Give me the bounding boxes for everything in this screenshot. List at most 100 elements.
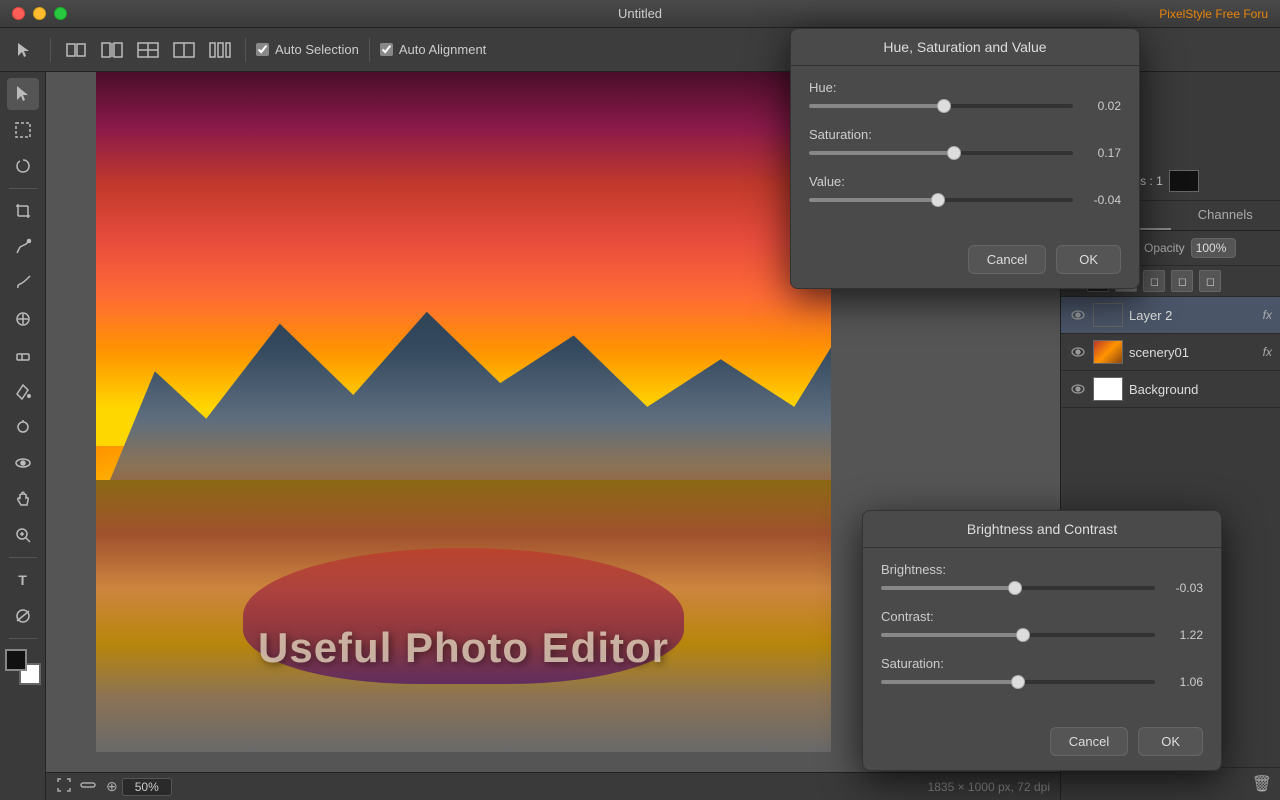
bc-saturation-slider-track[interactable] xyxy=(881,680,1155,684)
text-tool[interactable]: T xyxy=(7,564,39,596)
saturation-value: 0.17 xyxy=(1081,146,1121,160)
split-view-icon[interactable] xyxy=(97,35,127,65)
auto-alignment-checkbox[interactable] xyxy=(380,43,393,56)
hsv-ok-button[interactable]: OK xyxy=(1056,245,1121,274)
minimize-button[interactable] xyxy=(33,7,46,20)
pointer-tool[interactable] xyxy=(7,78,39,110)
saturation-label: Saturation: xyxy=(809,127,1121,142)
fit-icon[interactable] xyxy=(56,777,72,796)
bc-ok-button[interactable]: OK xyxy=(1138,727,1203,756)
saturation-slider-thumb[interactable] xyxy=(947,146,961,160)
brightness-slider-row: -0.03 xyxy=(881,581,1203,595)
bc-saturation-slider-thumb[interactable] xyxy=(1011,675,1025,689)
bc-dialog[interactable]: Brightness and Contrast Brightness: -0.0… xyxy=(862,510,1222,771)
hue-slider-fill xyxy=(809,104,944,108)
effect-btn-gray4[interactable]: ◻ xyxy=(1199,270,1221,292)
background-thumbnail xyxy=(1093,377,1123,401)
dodge-tool[interactable] xyxy=(7,411,39,443)
hsv-dialog[interactable]: Hue, Saturation and Value Hue: 0.02 Satu… xyxy=(790,28,1140,289)
value-value: -0.04 xyxy=(1081,193,1121,207)
foreground-color[interactable] xyxy=(5,649,27,671)
brightness-slider-track[interactable] xyxy=(881,586,1155,590)
bc-cancel-button[interactable]: Cancel xyxy=(1050,727,1128,756)
auto-alignment-check[interactable]: Auto Alignment xyxy=(380,42,486,57)
tool-sep1 xyxy=(9,188,37,189)
scenery-fx: fx xyxy=(1263,345,1272,359)
sep3 xyxy=(369,38,370,62)
zoom-add-icon[interactable]: ⊕ xyxy=(106,778,118,795)
opacity-input[interactable]: 100% xyxy=(1191,238,1236,258)
layout-icon[interactable] xyxy=(169,35,199,65)
tool-sep3 xyxy=(9,638,37,639)
zoom-tool[interactable] xyxy=(7,519,39,551)
brightness-label: Brightness: xyxy=(881,562,1203,577)
maximize-button[interactable] xyxy=(54,7,67,20)
tab-channels[interactable]: Channels xyxy=(1171,201,1280,230)
layers-bottom: 🗑 xyxy=(1061,767,1280,800)
gradient-tool[interactable] xyxy=(7,600,39,632)
layer2-name: Layer 2 xyxy=(1129,308,1257,323)
layer2-fx: fx xyxy=(1263,308,1272,322)
hsv-dialog-title: Hue, Saturation and Value xyxy=(791,29,1139,66)
bc-saturation-value: 1.06 xyxy=(1163,675,1203,689)
scenery-eye-icon[interactable] xyxy=(1069,343,1087,361)
hand-tool[interactable] xyxy=(7,483,39,515)
value-label: Value: xyxy=(809,174,1121,189)
layer2-eye-icon[interactable] xyxy=(1069,306,1087,324)
layer2-thumbnail xyxy=(1093,303,1123,327)
background-eye-icon[interactable] xyxy=(1069,380,1087,398)
title-bar: Untitled PixelStyle Free Foru xyxy=(0,0,1280,28)
contrast-value: 1.22 xyxy=(1163,628,1203,642)
lasso-tool[interactable] xyxy=(7,150,39,182)
value-slider-row: -0.04 xyxy=(809,193,1121,207)
grid-icon[interactable] xyxy=(133,35,163,65)
crop-tool[interactable] xyxy=(7,195,39,227)
zoom-out-icon[interactable] xyxy=(80,777,96,796)
eraser-tool[interactable] xyxy=(7,339,39,371)
sep2 xyxy=(245,38,246,62)
background-name: Background xyxy=(1129,382,1272,397)
value-row: Value: -0.04 xyxy=(809,174,1121,207)
hue-slider-track[interactable] xyxy=(809,104,1073,108)
saturation-slider-track[interactable] xyxy=(809,151,1073,155)
window-controls[interactable] xyxy=(12,7,67,20)
value-slider-thumb[interactable] xyxy=(931,193,945,207)
statusbar-left xyxy=(56,777,96,796)
healing-tool[interactable] xyxy=(7,303,39,335)
columns-icon[interactable] xyxy=(205,35,235,65)
contrast-slider-thumb[interactable] xyxy=(1016,628,1030,642)
hsv-cancel-button[interactable]: Cancel xyxy=(968,245,1046,274)
value-slider-fill xyxy=(809,198,938,202)
value-slider-track[interactable] xyxy=(809,198,1073,202)
sep1 xyxy=(50,38,51,62)
select-tool[interactable] xyxy=(7,114,39,146)
effect-btn-gray2[interactable]: ◻ xyxy=(1143,270,1165,292)
layer-item-scenery[interactable]: scenery01 fx xyxy=(1061,334,1280,371)
auto-selection-check[interactable]: Auto Selection xyxy=(256,42,359,57)
transform-icon[interactable] xyxy=(61,35,91,65)
brightness-slider-thumb[interactable] xyxy=(1008,581,1022,595)
saturation-slider-row: 0.17 xyxy=(809,146,1121,160)
layer-item-background[interactable]: Background xyxy=(1061,371,1280,408)
move-tool-icon[interactable] xyxy=(10,35,40,65)
effect-btn-gray3[interactable]: ◻ xyxy=(1171,270,1193,292)
bc-dialog-body: Brightness: -0.03 Contrast: 1.22 xyxy=(863,548,1221,717)
eye-tool[interactable] xyxy=(7,447,39,479)
delete-layer-icon[interactable]: 🗑 xyxy=(1252,774,1272,794)
color-boxes[interactable] xyxy=(5,649,41,685)
layer-item-layer2[interactable]: Layer 2 fx xyxy=(1061,297,1280,334)
pen-tool[interactable] xyxy=(7,231,39,263)
contrast-slider-track[interactable] xyxy=(881,633,1155,637)
app-name: PixelStyle Free Foru xyxy=(1159,7,1268,21)
auto-selection-checkbox[interactable] xyxy=(256,43,269,56)
scenery-name: scenery01 xyxy=(1129,345,1257,360)
paint-bucket-tool[interactable] xyxy=(7,375,39,407)
scenery-thumbnail xyxy=(1093,340,1123,364)
brush-tool[interactable] xyxy=(7,267,39,299)
brightness-row: Brightness: -0.03 xyxy=(881,562,1203,595)
bc-saturation-row: Saturation: 1.06 xyxy=(881,656,1203,689)
canvas-image: Useful Photo Editor xyxy=(96,72,831,752)
zoom-display[interactable]: 50% xyxy=(122,778,172,796)
close-button[interactable] xyxy=(12,7,25,20)
hue-slider-thumb[interactable] xyxy=(937,99,951,113)
